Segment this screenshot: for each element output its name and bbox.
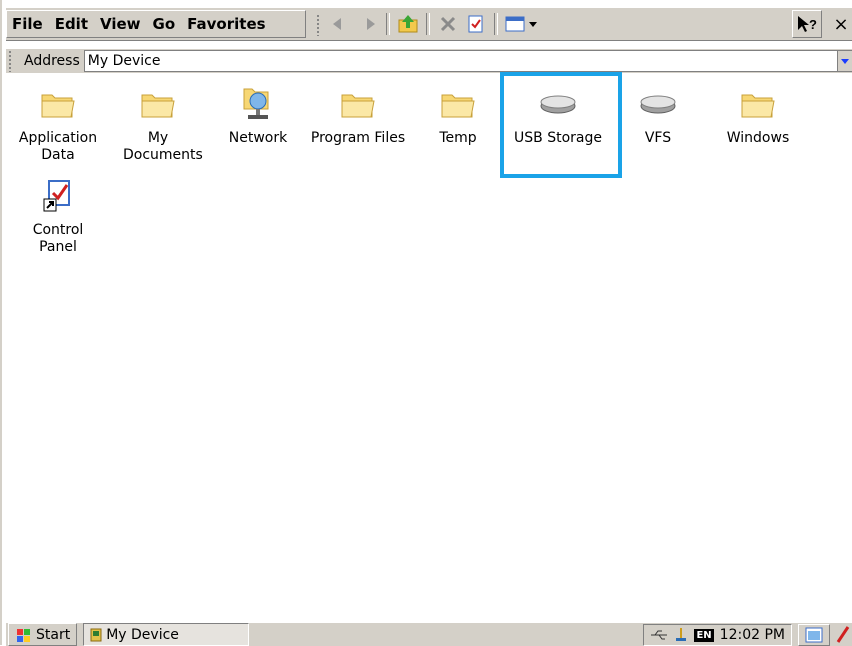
menu-edit[interactable]: Edit xyxy=(49,15,94,33)
views-icon[interactable] xyxy=(504,12,540,36)
forward-icon[interactable] xyxy=(356,12,380,36)
toolbar-separator xyxy=(494,13,498,35)
folder-icon xyxy=(441,94,475,118)
folder-icon xyxy=(141,94,175,118)
chevron-down-icon xyxy=(841,59,849,64)
close-button[interactable]: × xyxy=(830,10,852,38)
address-dropdown[interactable] xyxy=(837,51,852,71)
folder-icon xyxy=(341,94,375,118)
desktop-icon xyxy=(805,627,823,643)
file-list[interactable]: Application Data My Documents Network Pr… xyxy=(6,72,852,622)
network-icon xyxy=(243,88,269,119)
properties-icon[interactable] xyxy=(464,12,488,36)
menu-file[interactable]: File xyxy=(6,15,49,33)
help-button[interactable]: ? xyxy=(792,10,822,38)
address-bar: Address My Device xyxy=(6,49,852,73)
start-label: Start xyxy=(36,626,71,643)
help-icon: ? xyxy=(798,16,817,32)
menu-bar: File Edit View Go Favorites xyxy=(6,12,272,36)
task-my-device[interactable]: My Device xyxy=(83,623,250,646)
item-my-documents[interactable]: My Documents xyxy=(110,82,206,164)
selection-highlight xyxy=(500,72,622,178)
control-panel-shortcut-icon xyxy=(43,180,70,212)
item-application-data[interactable]: Application Data xyxy=(10,82,106,164)
item-network[interactable]: Network xyxy=(210,82,306,147)
toolbar xyxy=(328,12,540,36)
svg-text:?: ? xyxy=(809,17,817,32)
windows-logo-icon xyxy=(17,628,30,642)
desktop-button[interactable] xyxy=(798,624,830,646)
toolbar-grip[interactable] xyxy=(316,14,320,36)
address-input[interactable]: My Device xyxy=(83,50,852,72)
toolbar-separator xyxy=(426,13,430,35)
pen-icon[interactable] xyxy=(836,625,850,643)
usb-icon[interactable] xyxy=(650,629,668,641)
language-indicator[interactable]: EN xyxy=(694,628,714,642)
back-icon[interactable] xyxy=(328,12,352,36)
command-bar: File Edit View Go Favorites ? × xyxy=(6,7,852,41)
device-icon xyxy=(90,628,102,641)
clock[interactable]: 12:02 PM xyxy=(720,627,785,643)
item-program-files[interactable]: Program Files xyxy=(310,82,406,147)
folder-icon xyxy=(741,94,775,118)
address-label: Address xyxy=(24,53,80,69)
up-folder-icon[interactable] xyxy=(396,12,420,36)
item-control-panel[interactable]: Control Panel xyxy=(10,174,106,256)
item-windows[interactable]: Windows xyxy=(710,82,806,147)
start-button[interactable]: Start xyxy=(8,623,78,646)
folder-icon xyxy=(41,94,75,118)
menu-view[interactable]: View xyxy=(94,15,147,33)
network-connection-icon[interactable] xyxy=(674,627,688,643)
taskbar: Start My Device EN 12:02 PM xyxy=(6,622,852,646)
item-temp[interactable]: Temp xyxy=(410,82,506,147)
menu-go[interactable]: Go xyxy=(147,15,182,33)
drive-icon xyxy=(640,95,676,114)
task-label: My Device xyxy=(106,626,179,643)
item-vfs[interactable]: VFS xyxy=(610,82,706,147)
toolbar-separator xyxy=(386,13,390,35)
system-tray: EN 12:02 PM xyxy=(643,624,792,646)
menu-favorites[interactable]: Favorites xyxy=(181,15,271,33)
delete-icon[interactable] xyxy=(436,12,460,36)
